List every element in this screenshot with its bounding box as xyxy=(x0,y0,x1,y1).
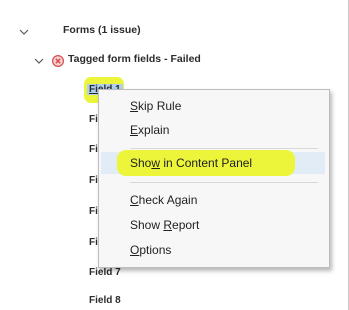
menu-separator xyxy=(130,182,318,183)
menu-item-check-again[interactable]: Check Again xyxy=(130,191,197,209)
failed-icon xyxy=(52,55,64,67)
menu-item-text: eport xyxy=(172,218,200,232)
menu-item-text: in Content Panel xyxy=(160,156,253,170)
tree-item-label: Field 8 xyxy=(89,295,121,306)
menu-item-text: heck Again xyxy=(138,193,198,207)
menu-item-show-in-content-panel[interactable]: Show in Content Panel xyxy=(130,154,252,172)
tree-item-field-7[interactable]: Field 7 xyxy=(89,266,121,280)
menu-item-skip-rule[interactable]: Skip Rule xyxy=(130,97,181,115)
menu-item-mnemonic: C xyxy=(130,193,139,207)
tree-item-label: Forms (1 issue) xyxy=(63,24,141,36)
tree-item-field-8[interactable]: Field 8 xyxy=(89,294,121,308)
context-menu: Skip Rule Explain Show in Content Panel … xyxy=(98,89,330,268)
menu-item-mnemonic: O xyxy=(130,243,140,257)
menu-separator xyxy=(130,148,318,149)
menu-item-mnemonic: E xyxy=(130,123,139,137)
tree-item-tagged-form-fields[interactable]: Tagged form fields - Failed xyxy=(68,53,201,65)
menu-item-text: Sho xyxy=(130,156,152,170)
menu-item-options[interactable]: Options xyxy=(130,241,171,259)
menu-item-text: kip Rule xyxy=(138,99,182,113)
menu-item-text: Show xyxy=(130,218,164,232)
tree-item-forms[interactable]: Forms (1 issue) xyxy=(63,24,141,36)
menu-item-mnemonic: R xyxy=(163,218,173,232)
menu-item-show-report[interactable]: Show Report xyxy=(130,216,199,234)
menu-item-mnemonic: w xyxy=(151,156,161,170)
tree-item-label: Tagged form fields - Failed xyxy=(68,53,201,65)
menu-item-text: xplain xyxy=(138,123,170,137)
chevron-down-icon[interactable] xyxy=(34,57,44,65)
menu-item-mnemonic: S xyxy=(130,99,139,113)
chevron-down-icon[interactable] xyxy=(19,28,29,36)
menu-item-explain[interactable]: Explain xyxy=(130,121,169,139)
tree-item-label: Field 7 xyxy=(89,267,121,278)
menu-item-text: ptions xyxy=(139,243,172,257)
